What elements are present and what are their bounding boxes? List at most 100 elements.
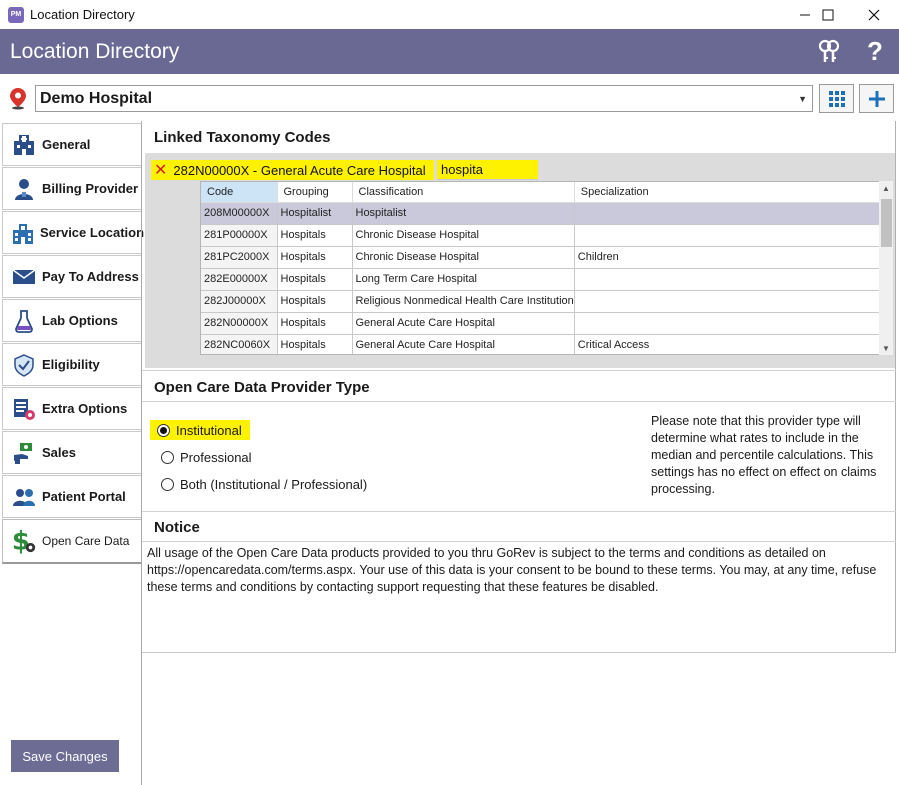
table-row[interactable]: 282J00000X Hospitals Religious Nonmedica… [201,290,879,313]
sidebar: General Billing Provider Service Locatio… [0,121,144,785]
sidebar-item-label: General [42,137,91,152]
cell-classification: Chronic Disease Hospital [352,224,575,247]
sidebar-item-billing-provider[interactable]: Billing Provider [2,167,142,210]
notice-bottom-border [142,652,896,653]
cell-classification: Religious Nonmedical Health Care Institu… [352,290,575,313]
cell-code: 282NC0060X [201,334,278,354]
scroll-up-icon[interactable]: ▲ [879,181,893,195]
grid-scrollbar[interactable]: ▲ ▼ [879,181,893,355]
svg-text:$: $ [12,526,30,556]
column-header-specialization[interactable]: Specialization [574,182,879,203]
scroll-thumb[interactable] [881,199,892,247]
help-icon: ? [867,35,883,66]
cell-specialization: Children [574,246,879,269]
sidebar-item-general[interactable]: General [2,123,142,166]
notice-text: All usage of the Open Care Data products… [147,546,877,594]
grid-view-button[interactable] [819,84,854,113]
cell-grouping: Hospitals [277,224,353,247]
hospital-icon [11,132,37,158]
sidebar-item-open-care-data[interactable]: $ Open Care Data [2,519,142,564]
envelope-icon [11,264,37,290]
building-icon [11,220,35,246]
sidebar-item-label: Eligibility [42,357,100,372]
grid-header-row: Code Grouping Classification Specializat… [201,182,879,203]
keys-button[interactable] [814,36,844,66]
table-row[interactable]: 282E00000X Hospitals Long Term Care Hosp… [201,268,879,291]
cell-code: 208M00000X [201,202,278,225]
chevron-down-icon: ▼ [798,94,807,104]
cell-code: 281P00000X [201,224,278,247]
location-selected-value: Demo Hospital [40,89,153,107]
column-header-code[interactable]: Code [201,182,278,203]
cell-code: 282J00000X [201,290,278,313]
people-icon [11,484,37,510]
cell-classification: Chronic Disease Hospital [352,246,575,269]
app-logo-icon: PM [8,6,24,23]
cell-specialization [574,290,879,313]
sidebar-item-service-location[interactable]: Service Location [2,211,144,254]
cell-specialization [574,224,879,247]
cell-specialization [574,268,879,291]
token-label: 282N00000X - General Acute Care Hospital [173,162,426,178]
keys-icon [818,39,840,62]
cell-grouping: Hospitals [277,246,353,269]
table-row[interactable]: 281P00000X Hospitals Chronic Disease Hos… [201,224,879,247]
sidebar-item-label: Billing Provider [42,181,139,196]
remove-token-icon[interactable]: ✕ [154,160,167,180]
column-header-grouping[interactable]: Grouping [277,182,353,203]
list-gear-icon [11,396,37,422]
add-location-button[interactable] [859,84,894,113]
maximize-icon [822,9,834,20]
cell-code: 282E00000X [201,268,278,291]
taxonomy-grid: Code Grouping Classification Specializat… [200,181,880,355]
divider [142,370,896,371]
sidebar-item-patient-portal[interactable]: Patient Portal [2,475,142,518]
sidebar-item-lab-options[interactable]: Lab Options [2,299,142,342]
cell-grouping: Hospitalist [277,202,353,225]
radio-label: Professional [180,449,252,465]
sidebar-item-label: Sales [42,445,76,460]
provider-type-note: Please note that this provider type will… [651,414,877,496]
sidebar-item-sales[interactable]: Sales [2,431,142,474]
cell-specialization [574,312,879,335]
cell-grouping: Hospitals [277,268,353,291]
cell-specialization [574,202,879,225]
sidebar-item-label: Extra Options [42,401,128,416]
sidebar-item-pay-to-address[interactable]: Pay To Address [2,255,142,298]
cell-classification: Hospitalist [352,202,575,225]
main-panel: Linked Taxonomy Codes ✕ 282N00000X - Gen… [142,121,896,785]
table-row[interactable]: 282NC0060X Hospitals General Acute Care … [201,334,879,354]
radio-both[interactable]: Both (Institutional / Professional) [161,474,367,494]
app-header: Location Directory [0,29,899,74]
table-row[interactable]: 208M00000X Hospitalist Hospitalist [201,202,879,225]
sidebar-item-extra-options[interactable]: Extra Options [2,387,142,430]
help-button[interactable]: ? [860,36,890,66]
cell-classification: Long Term Care Hospital [352,268,575,291]
section-title-taxonomy: Linked Taxonomy Codes [154,129,331,146]
maximize-button[interactable] [805,0,851,29]
scroll-down-icon[interactable]: ▼ [879,341,893,355]
sidebar-item-label: Open Care Data [42,534,130,548]
table-row[interactable]: 282N00000X Hospitals General Acute Care … [201,312,879,335]
save-changes-button[interactable]: Save Changes [11,740,119,772]
column-header-classification[interactable]: Classification [352,182,575,203]
table-row[interactable]: 281PC2000X Hospitals Chronic Disease Hos… [201,246,879,269]
cell-grouping: Hospitals [277,312,353,335]
sidebar-item-label: Patient Portal [42,489,126,504]
sidebar-item-eligibility[interactable]: Eligibility [2,343,142,386]
taxonomy-search-input[interactable]: hospita [437,160,538,180]
cell-classification: General Acute Care Hospital [352,312,575,335]
radio-institutional[interactable]: Institutional [150,420,250,440]
radio-button-icon [161,477,174,491]
radio-button-icon [161,450,174,464]
location-select[interactable]: Demo Hospital ▼ [35,85,813,112]
section-title-notice: Notice [154,519,200,536]
grid-icon [828,90,845,107]
window-title: Location Directory [30,7,135,22]
cell-grouping: Hospitals [277,334,353,354]
radio-professional[interactable]: Professional [161,447,252,467]
divider [142,401,896,402]
close-icon [868,9,880,20]
close-button[interactable] [851,0,897,29]
taxonomy-area: ✕ 282N00000X - General Acute Care Hospit… [145,153,895,368]
